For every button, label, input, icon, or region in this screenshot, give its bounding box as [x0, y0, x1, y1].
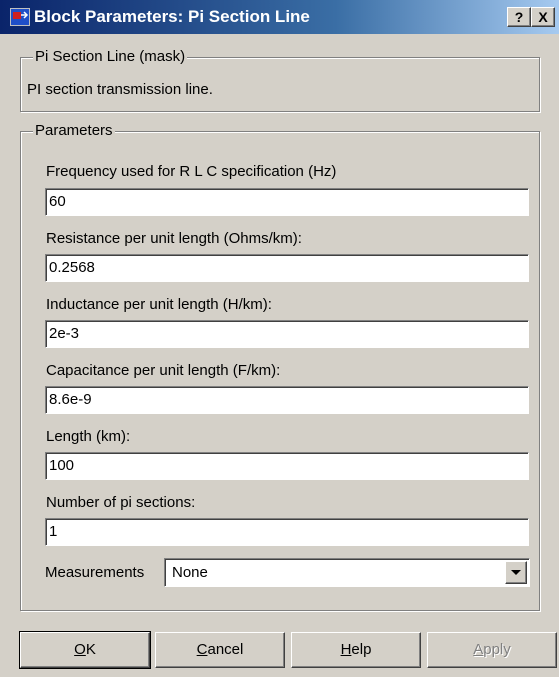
help-button[interactable]: Help	[291, 632, 421, 668]
ok-label: K	[85, 641, 96, 658]
resistance-input[interactable]: 0.2568	[45, 254, 529, 282]
chevron-down-icon	[511, 570, 521, 575]
window-title: Block Parameters: Pi Section Line	[34, 7, 310, 26]
capacitance-input[interactable]: 8.6e-9	[45, 386, 529, 414]
inductance-input[interactable]: 2e-3	[45, 320, 529, 348]
length-label: Length (km):	[46, 428, 131, 445]
capacitance-label: Capacitance per unit length (F/km):	[46, 362, 281, 379]
inductance-label: Inductance per unit length (H/km):	[46, 296, 272, 313]
measurements-label: Measurements	[45, 564, 145, 581]
apply-label: pply	[483, 641, 511, 658]
mask-description: PI section transmission line.	[27, 81, 213, 98]
frequency-label: Frequency used for R L C specification (…	[46, 163, 337, 180]
cancel-button[interactable]: Cancel	[155, 632, 285, 668]
measurements-selected-value: None	[172, 564, 208, 581]
question-icon: ?	[514, 9, 524, 25]
help-title-button[interactable]: ?	[507, 7, 531, 27]
apply-label-mnemonic: A	[473, 641, 484, 658]
frequency-input[interactable]: 60	[45, 188, 529, 216]
help-label-mnemonic: H	[340, 641, 352, 658]
mask-group-title: Pi Section Line (mask)	[33, 48, 188, 66]
close-icon: X	[538, 9, 548, 25]
measurements-dropdown-button[interactable]	[505, 561, 527, 584]
cancel-label-mnemonic: C	[196, 641, 208, 658]
simulink-block-icon	[10, 8, 30, 26]
resistance-label: Resistance per unit length (Ohms/km):	[46, 230, 302, 247]
mask-group: Pi Section Line (mask) PI section transm…	[20, 48, 540, 112]
length-input[interactable]: 100	[45, 452, 529, 480]
apply-button[interactable]: Apply	[427, 632, 557, 668]
measurements-select[interactable]: None	[164, 558, 530, 587]
ok-label-mnemonic: O	[74, 641, 86, 658]
title-bar[interactable]: Block Parameters: Pi Section Line ? X	[0, 0, 559, 34]
pi-sections-input[interactable]: 1	[45, 518, 529, 546]
pi-sections-label: Number of pi sections:	[46, 494, 196, 511]
ok-button[interactable]: OK	[19, 631, 151, 669]
parameters-group-title: Parameters	[33, 122, 115, 140]
cancel-label: ancel	[207, 641, 244, 658]
close-button[interactable]: X	[531, 7, 555, 27]
help-label: elp	[351, 641, 372, 658]
